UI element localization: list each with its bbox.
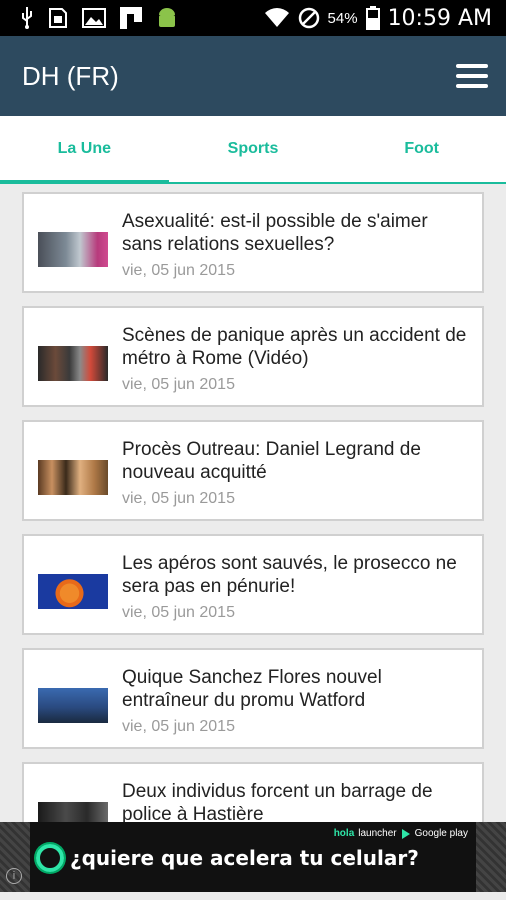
tab-bar: La Une Sports Foot: [0, 116, 506, 184]
battery-percent: 54%: [327, 9, 358, 27]
article-list[interactable]: Asexualité: est-il possible de s'aimer s…: [0, 186, 506, 822]
article-date: vie, 05 jun 2015: [122, 376, 235, 393]
article-card[interactable]: Scènes de panique après un accident de m…: [22, 306, 484, 407]
article-card[interactable]: Quique Sanchez Flores nouvel entraîneur …: [22, 648, 484, 749]
brand-launcher: launcher: [358, 828, 397, 839]
tab-la-une[interactable]: La Une: [0, 116, 169, 184]
status-bar: 54% 10:59 AM: [0, 0, 506, 36]
article-thumbnail: [38, 232, 108, 267]
ad-text: ¿quiere que acelera tu celular?: [70, 846, 419, 870]
bottom-gap: [0, 892, 506, 900]
wifi-icon: [264, 8, 289, 27]
flipboard-icon: [120, 7, 142, 29]
ad-brand: hola launcher Google play: [334, 828, 468, 839]
article-thumbnail: [38, 460, 108, 495]
article-card[interactable]: Deux individus forcent un barrage de pol…: [22, 762, 484, 822]
battery-icon: [365, 6, 380, 30]
app-bar: DH (FR): [0, 36, 506, 116]
article-date: vie, 05 jun 2015: [122, 262, 235, 279]
sim-icon: [49, 8, 67, 28]
article-card[interactable]: Les apéros sont sauvés, le prosecco ne s…: [22, 534, 484, 635]
article-thumbnail: [38, 574, 108, 609]
article-thumbnail: [38, 802, 108, 822]
article-thumbnail: [38, 688, 108, 723]
article-card[interactable]: Procès Outreau: Daniel Legrand de nouvea…: [22, 420, 484, 521]
no-signal-icon: [298, 7, 319, 29]
article-title: Deux individus forcent un barrage de pol…: [122, 781, 433, 822]
article-card[interactable]: Asexualité: est-il possible de s'aimer s…: [22, 192, 484, 293]
brand-store: Google play: [414, 828, 468, 839]
ad-pattern-right: [476, 822, 506, 892]
article-title: Asexualité: est-il possible de s'aimer s…: [122, 211, 428, 255]
image-icon: [82, 8, 106, 28]
article-title: Scènes de panique après un accident de m…: [122, 325, 467, 369]
article-title: Quique Sanchez Flores nouvel entraîneur …: [122, 667, 382, 711]
article-title: Procès Outreau: Daniel Legrand de nouvea…: [122, 439, 421, 483]
article-title: Les apéros sont sauvés, le prosecco ne s…: [122, 553, 457, 597]
ad-content[interactable]: ¿quiere que acelera tu celular? hola lau…: [30, 822, 476, 892]
google-play-icon: [401, 828, 410, 839]
hola-logo-icon: [36, 844, 64, 872]
android-icon: [159, 8, 175, 27]
article-date: vie, 05 jun 2015: [122, 604, 235, 621]
ad-banner[interactable]: i ¿quiere que acelera tu celular? hola l…: [0, 822, 506, 892]
tab-foot[interactable]: Foot: [337, 116, 506, 182]
article-thumbnail: [38, 346, 108, 381]
clock: 10:59 AM: [387, 5, 492, 31]
usb-icon: [22, 7, 32, 29]
tab-sports[interactable]: Sports: [169, 116, 338, 182]
menu-icon[interactable]: [456, 64, 488, 88]
app-title: DH (FR): [22, 60, 119, 91]
info-icon[interactable]: i: [6, 868, 22, 884]
article-date: vie, 05 jun 2015: [122, 718, 235, 735]
brand-hola: hola: [333, 828, 355, 839]
article-date: vie, 05 jun 2015: [122, 490, 235, 507]
